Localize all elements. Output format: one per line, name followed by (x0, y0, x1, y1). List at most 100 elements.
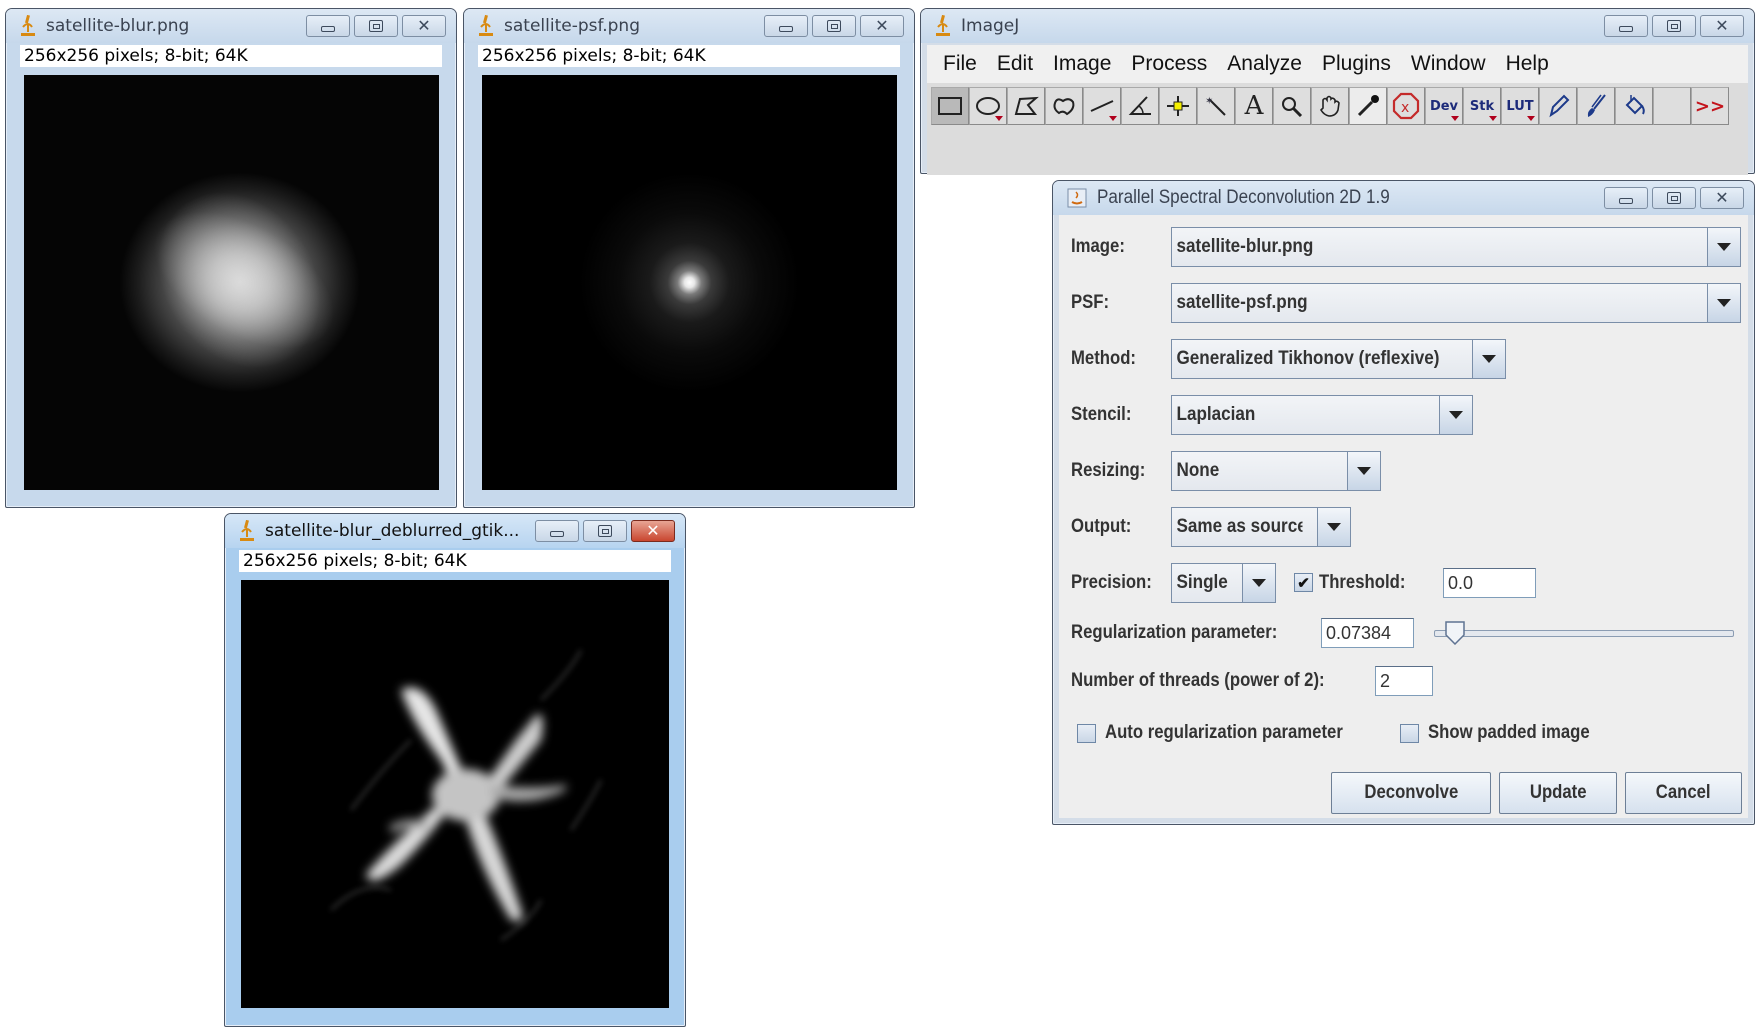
close-icon: ✕ (417, 16, 431, 35)
window-title: satellite-psf.png (504, 16, 640, 36)
image-canvas-blur[interactable] (24, 75, 439, 490)
menu-image[interactable]: Image (1045, 52, 1123, 76)
close-button[interactable]: ✕ (402, 15, 446, 37)
output-label: Output: (1071, 516, 1132, 537)
dev-menu[interactable]: Dev (1425, 87, 1463, 125)
resizing-select[interactable]: None (1171, 451, 1381, 491)
polygon-tool[interactable] (1007, 87, 1045, 125)
maximize-button[interactable] (1652, 15, 1696, 37)
maximize-button[interactable] (583, 520, 627, 542)
hand-tool[interactable] (1311, 87, 1349, 125)
brush-tool[interactable] (1577, 87, 1615, 125)
deconvolution-dialog[interactable]: Parallel Spectral Deconvolution 2D 1.9 ✕… (1052, 180, 1755, 825)
titlebar[interactable]: ImageJ ✕ (921, 9, 1754, 43)
chevron-down-icon (1472, 340, 1505, 378)
java-icon (1067, 188, 1087, 208)
paint-bucket-icon (1625, 95, 1645, 115)
titlebar[interactable]: satellite-psf.png ✕ (464, 9, 914, 43)
menu-plugins[interactable]: Plugins (1314, 52, 1403, 76)
window-title: ImageJ (961, 16, 1020, 36)
menu-process[interactable]: Process (1123, 52, 1219, 76)
precision-select[interactable]: Single (1171, 563, 1276, 603)
wand-tool[interactable]: ✶ (1197, 87, 1235, 125)
minimize-button[interactable] (764, 15, 808, 37)
minimize-button[interactable] (1604, 187, 1648, 209)
psf-select[interactable]: satellite-psf.png (1171, 283, 1741, 323)
slider-thumb[interactable] (1444, 621, 1466, 645)
threshold-input[interactable]: 0.0 (1443, 568, 1536, 598)
output-select[interactable]: Same as source (1171, 507, 1351, 547)
minimize-button[interactable] (306, 15, 350, 37)
color-picker-tool[interactable] (1349, 87, 1387, 125)
menu-edit[interactable]: Edit (989, 52, 1045, 76)
pencil-icon (1549, 94, 1570, 118)
maximize-button[interactable] (354, 15, 398, 37)
magnifier-icon (1282, 97, 1303, 117)
flood-fill-tool[interactable] (1615, 87, 1653, 125)
close-button[interactable]: ✕ (631, 520, 675, 542)
stencil-label: Stencil: (1071, 404, 1132, 425)
line-tool[interactable] (1083, 87, 1121, 125)
freehand-tool[interactable] (1045, 87, 1083, 125)
menu-analyze[interactable]: Analyze (1219, 52, 1314, 76)
threads-input[interactable]: 2 (1375, 666, 1433, 696)
cancel-button[interactable]: Cancel (1625, 772, 1742, 814)
close-icon: ✕ (1715, 16, 1729, 35)
checkmark-icon: ✔ (1297, 574, 1310, 592)
chevron-down-icon (1317, 508, 1350, 546)
close-icon: ✕ (646, 521, 660, 540)
minimize-button[interactable] (535, 520, 579, 542)
pencil-tool[interactable] (1539, 87, 1577, 125)
more-tools-button[interactable]: >> (1691, 87, 1729, 125)
dialog-body: Image: satellite-blur.png PSF: satellite… (1059, 215, 1748, 818)
menu-file[interactable]: File (935, 52, 989, 76)
regularization-input[interactable]: 0.07384 (1321, 618, 1414, 648)
show-padded-image-checkbox[interactable] (1400, 724, 1419, 743)
resizing-label: Resizing: (1071, 460, 1146, 481)
oval-icon (976, 97, 1000, 115)
brush-icon (1587, 94, 1606, 117)
close-button[interactable]: ✕ (860, 15, 904, 37)
titlebar[interactable]: Parallel Spectral Deconvolution 2D 1.9 ✕ (1053, 181, 1754, 215)
image-canvas-deblurred[interactable] (241, 580, 669, 1008)
image-window-blur[interactable]: satellite-blur.png ✕ 256x256 pixels; 8-b… (5, 8, 457, 508)
image-window-psf[interactable]: satellite-psf.png ✕ 256x256 pixels; 8-bi… (463, 8, 915, 508)
maximize-icon (1667, 192, 1681, 204)
stk-menu[interactable]: Stk (1463, 87, 1501, 125)
image-select[interactable]: satellite-blur.png (1171, 227, 1741, 267)
point-icon (1167, 96, 1189, 116)
point-tool[interactable] (1159, 87, 1197, 125)
update-button[interactable]: Update (1499, 772, 1617, 814)
imagej-main-window[interactable]: ImageJ ✕ File Edit Image Process Analyze… (920, 8, 1755, 175)
menu-window[interactable]: Window (1403, 52, 1498, 76)
auto-regularization-checkbox[interactable] (1077, 724, 1096, 743)
maximize-button[interactable] (812, 15, 856, 37)
line-icon (1090, 100, 1114, 112)
titlebar[interactable]: satellite-blur.png ✕ (6, 9, 456, 43)
minimize-icon (779, 26, 793, 32)
regularization-slider[interactable] (1434, 630, 1734, 637)
text-tool[interactable]: A (1235, 87, 1273, 125)
close-button[interactable]: ✕ (1700, 15, 1744, 37)
method-select[interactable]: Generalized Tikhonov (reflexive) (1171, 339, 1506, 379)
rectangle-tool[interactable] (931, 87, 969, 125)
threshold-checkbox[interactable]: ✔ (1294, 573, 1313, 592)
close-button[interactable]: ✕ (1700, 187, 1744, 209)
wand-icon: ✶ (1205, 96, 1226, 116)
oval-tool[interactable] (969, 87, 1007, 125)
magnifier-tool[interactable] (1273, 87, 1311, 125)
maximize-button[interactable] (1652, 187, 1696, 209)
deconvolve-button[interactable]: Deconvolve (1331, 772, 1491, 814)
minimize-button[interactable] (1604, 15, 1648, 37)
titlebar[interactable]: satellite-blur_deblurred_gtik... ✕ (225, 514, 685, 548)
stencil-select[interactable]: Laplacian (1171, 395, 1473, 435)
close-all-tool[interactable]: x (1387, 87, 1425, 125)
lut-menu[interactable]: LUT (1501, 87, 1539, 125)
angle-tool[interactable] (1121, 87, 1159, 125)
image-window-deblurred[interactable]: satellite-blur_deblurred_gtik... ✕ 256x2… (224, 513, 686, 1027)
psf-label: PSF: (1071, 292, 1110, 313)
more-tools-icon: >> (1694, 95, 1726, 117)
menu-help[interactable]: Help (1498, 52, 1561, 76)
image-canvas-psf[interactable] (482, 75, 897, 490)
toolbar: ✶ A x Dev Stk LUT >> (927, 83, 1748, 175)
